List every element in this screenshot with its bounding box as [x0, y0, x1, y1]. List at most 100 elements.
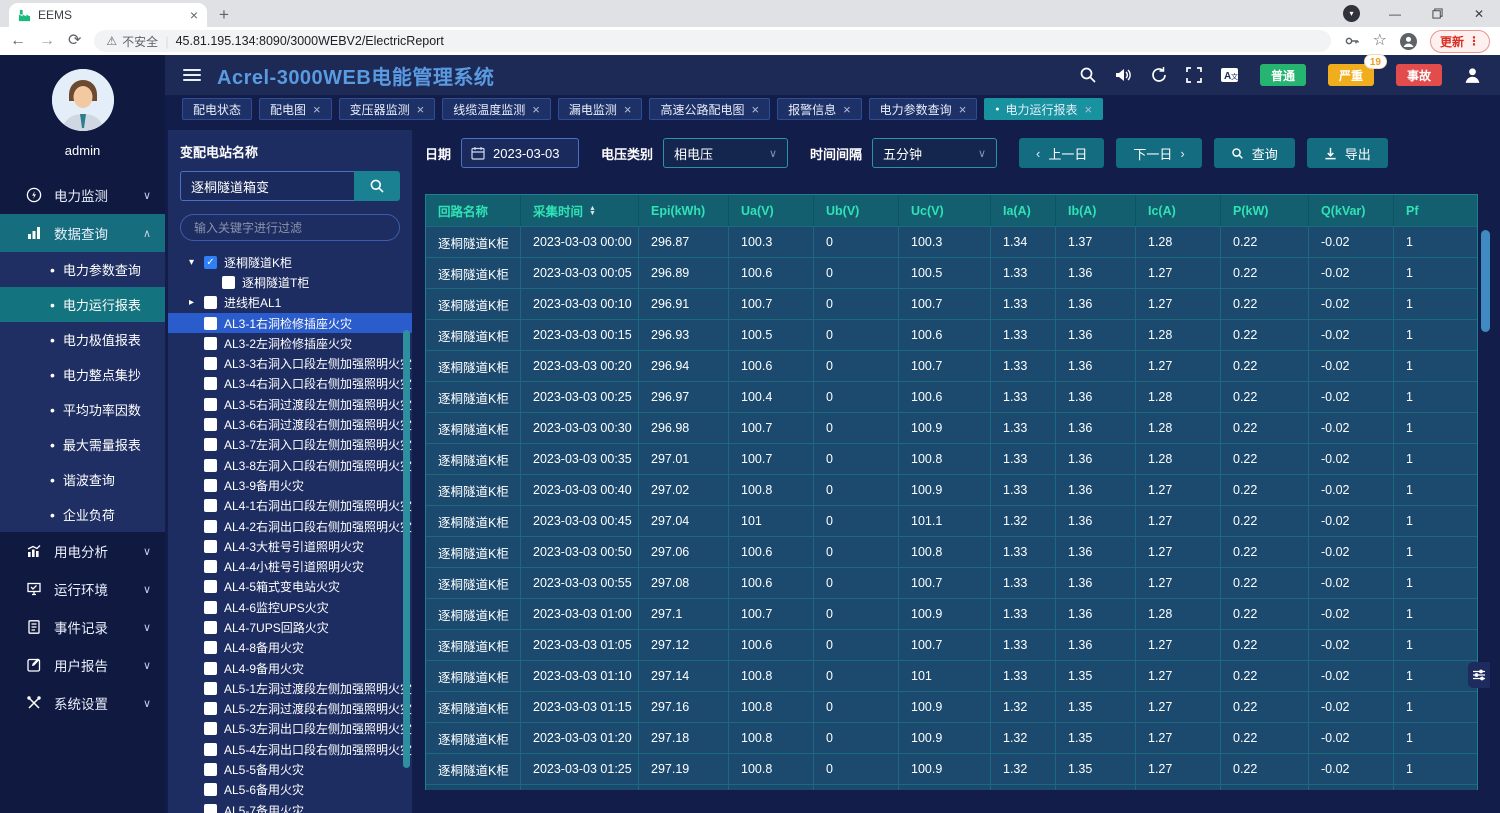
tree-item-23[interactable]: AL5-3左洞出口段左侧加强照明火灾	[168, 719, 412, 739]
address-bar[interactable]: ⚠ 不安全 | 45.81.195.134:8090/3000WEBV2/Ele…	[94, 30, 1330, 52]
sidebar-item-0[interactable]: 电力监测∨	[0, 176, 165, 214]
close-icon[interactable]: ×	[751, 102, 759, 117]
tree-checkbox[interactable]	[204, 418, 217, 431]
sidebar-subitem-6[interactable]: •谐波查询	[0, 462, 165, 497]
tree-item-4[interactable]: AL3-2左洞检修插座火灾	[168, 333, 412, 353]
tree-item-11[interactable]: AL3-9备用火灾	[168, 475, 412, 495]
alarm-level-button-2[interactable]: 事故	[1396, 64, 1442, 86]
tab-5[interactable]: 高速公路配电图×	[649, 98, 770, 120]
tree-scrollbar[interactable]	[403, 330, 410, 768]
tab-8[interactable]: ●电力运行报表×	[984, 98, 1103, 120]
tree-item-2[interactable]: ▸进线柜AL1	[168, 293, 412, 313]
tree-item-7[interactable]: AL3-5右洞过渡段左侧加强照明火灾	[168, 394, 412, 414]
column-header-9[interactable]: P(kW)	[1221, 195, 1309, 226]
tree-checkbox[interactable]	[204, 641, 217, 654]
alarm-level-button-0[interactable]: 普通	[1260, 64, 1306, 86]
column-header-1[interactable]: 采集时间▲▼	[521, 195, 639, 226]
sidebar-item-3[interactable]: 运行环境∨	[0, 570, 165, 608]
tree-checkbox[interactable]	[204, 540, 217, 553]
tree-checkbox[interactable]	[204, 499, 217, 512]
sort-icon[interactable]: ▲▼	[589, 206, 596, 216]
column-header-3[interactable]: Ua(V)	[729, 195, 814, 226]
sidebar-item-4[interactable]: 事件记录∨	[0, 608, 165, 646]
sidebar-item-1[interactable]: 数据查询∧	[0, 214, 165, 252]
column-header-10[interactable]: Q(kVar)	[1309, 195, 1394, 226]
translate-icon[interactable]: A文	[1220, 66, 1239, 84]
tree-checkbox[interactable]	[204, 560, 217, 573]
fullscreen-icon[interactable]	[1185, 66, 1203, 84]
column-header-11[interactable]: Pf	[1394, 195, 1477, 226]
sidebar-subitem-7[interactable]: •企业负荷	[0, 497, 165, 532]
tree-checkbox[interactable]	[204, 317, 217, 330]
close-icon[interactable]: ×	[1085, 102, 1093, 117]
tree-item-21[interactable]: AL5-1左洞过渡段左侧加强照明火灾	[168, 678, 412, 698]
date-input[interactable]: 2023-03-03	[461, 138, 579, 168]
tree-checkbox[interactable]	[204, 662, 217, 675]
sidebar-item-5[interactable]: 用户报告∨	[0, 646, 165, 684]
tree-checkbox[interactable]	[204, 682, 217, 695]
close-icon[interactable]: ×	[959, 102, 967, 117]
sidebar-item-2[interactable]: 用电分析∨	[0, 532, 165, 570]
window-minimize-button[interactable]: —	[1374, 0, 1416, 27]
alarm-level-button-1[interactable]: 严重19	[1328, 64, 1374, 86]
station-search-button[interactable]	[354, 171, 400, 201]
tree-item-18[interactable]: AL4-7UPS回路火灾	[168, 617, 412, 637]
tree-checkbox[interactable]	[222, 276, 235, 289]
close-icon[interactable]: ×	[843, 102, 851, 117]
tree-item-19[interactable]: AL4-8备用火灾	[168, 638, 412, 658]
close-icon[interactable]: ×	[417, 102, 425, 117]
update-button[interactable]: 更新 ⋮	[1430, 30, 1490, 53]
column-header-4[interactable]: Ub(V)	[814, 195, 899, 226]
close-icon[interactable]: ×	[624, 102, 632, 117]
next-day-button[interactable]: 下一日 ›	[1116, 138, 1201, 168]
export-button[interactable]: 导出	[1307, 138, 1388, 168]
column-settings-button[interactable]	[1468, 662, 1490, 688]
forward-icon[interactable]: →	[39, 33, 55, 49]
back-icon[interactable]: ←	[10, 33, 26, 49]
tree-item-0[interactable]: ▾✓逐桐隧道K柜	[168, 252, 412, 272]
password-key-icon[interactable]	[1344, 33, 1360, 49]
column-header-6[interactable]: Ia(A)	[991, 195, 1056, 226]
tree-item-22[interactable]: AL5-2左洞过渡段右侧加强照明火灾	[168, 699, 412, 719]
reload-icon[interactable]: ⟳	[68, 33, 81, 49]
menu-dots-icon[interactable]: ⋮	[1468, 34, 1480, 48]
tree-item-24[interactable]: AL5-4左洞出口段右侧加强照明火灾	[168, 739, 412, 759]
tree-checkbox[interactable]	[204, 580, 217, 593]
volume-icon[interactable]	[1114, 66, 1133, 84]
prev-day-button[interactable]: ‹ 上一日	[1019, 138, 1104, 168]
tree-checkbox[interactable]	[204, 722, 217, 735]
tree-checkbox[interactable]	[204, 479, 217, 492]
bookmark-star-icon[interactable]: ☆	[1373, 33, 1387, 49]
sidebar-subitem-3[interactable]: •电力整点集抄	[0, 357, 165, 392]
tree-item-5[interactable]: AL3-3右洞入口段左侧加强照明火灾	[168, 353, 412, 373]
tree-item-8[interactable]: AL3-6右洞过渡段右侧加强照明火灾	[168, 414, 412, 434]
query-button[interactable]: 查询	[1214, 138, 1295, 168]
column-header-0[interactable]: 回路名称	[426, 195, 521, 226]
tab-close-icon[interactable]: ×	[190, 7, 198, 23]
tree-item-12[interactable]: AL4-1右洞出口段左侧加强照明火灾	[168, 496, 412, 516]
tree-item-9[interactable]: AL3-7左洞入口段左侧加强照明火灾	[168, 435, 412, 455]
tree-checkbox[interactable]	[204, 783, 217, 796]
tree-item-6[interactable]: AL3-4右洞入口段右侧加强照明火灾	[168, 374, 412, 394]
tree-checkbox[interactable]	[204, 702, 217, 715]
tree-checkbox[interactable]	[204, 743, 217, 756]
tree-checkbox[interactable]	[204, 621, 217, 634]
window-restore-button[interactable]	[1416, 0, 1458, 27]
tree-filter-input[interactable]	[180, 214, 400, 241]
refresh-icon[interactable]	[1150, 66, 1168, 84]
tree-item-17[interactable]: AL4-6监控UPS火灾	[168, 597, 412, 617]
tree-item-26[interactable]: AL5-6备用火灾	[168, 780, 412, 800]
tree-checkbox[interactable]	[204, 377, 217, 390]
tree-item-10[interactable]: AL3-8左洞入口段右侧加强照明火灾	[168, 455, 412, 475]
sidebar-subitem-1[interactable]: •电力运行报表	[0, 287, 165, 322]
window-close-button[interactable]: ✕	[1458, 0, 1500, 27]
browser-profile-icon[interactable]: ▾	[1343, 5, 1360, 22]
user-avatar[interactable]	[52, 69, 114, 131]
tab-3[interactable]: 线缆温度监测×	[442, 98, 551, 120]
tree-checkbox[interactable]	[204, 601, 217, 614]
tab-2[interactable]: 变压器监测×	[339, 98, 436, 120]
column-header-7[interactable]: Ib(A)	[1056, 195, 1136, 226]
column-header-2[interactable]: Epi(kWh)	[639, 195, 729, 226]
tree-item-16[interactable]: AL4-5箱式变电站火灾	[168, 577, 412, 597]
sidebar-subitem-5[interactable]: •最大需量报表	[0, 427, 165, 462]
